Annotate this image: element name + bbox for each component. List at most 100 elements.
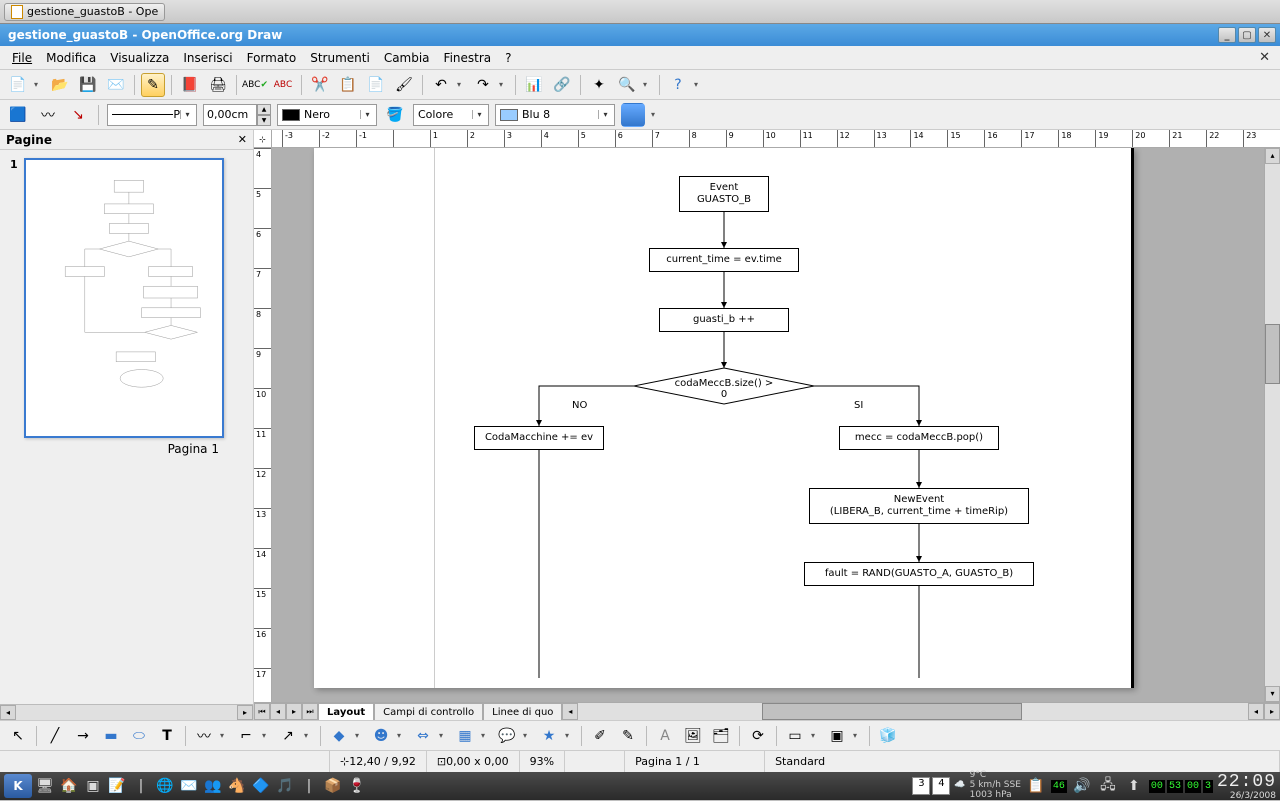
- stars-tool[interactable]: ★: [537, 724, 561, 748]
- tab-layout[interactable]: Layout: [318, 703, 374, 720]
- help-button[interactable]: ?: [666, 73, 690, 97]
- flow-node-fault-rand[interactable]: fault = RAND(GUASTO_A, GUASTO_B): [804, 562, 1034, 586]
- menu-help[interactable]: ?: [499, 49, 517, 67]
- print-button[interactable]: 🖨: [206, 73, 230, 97]
- hscroll-left[interactable]: ◂: [1248, 703, 1264, 720]
- format-paintbrush-button[interactable]: 🖌: [392, 73, 416, 97]
- arrow-style-button[interactable]: 🟦: [6, 103, 30, 127]
- flow-node-mecc-pop[interactable]: mecc = codaMeccB.pop(): [839, 426, 999, 450]
- text-tool[interactable]: T: [155, 724, 179, 748]
- menu-strumenti[interactable]: Strumenti: [304, 49, 376, 67]
- zoom-dropdown[interactable]: ▾: [643, 80, 653, 89]
- edit-mode-button[interactable]: ✎: [141, 73, 165, 97]
- fontwork-tool[interactable]: A: [653, 724, 677, 748]
- taskbar-kopete-icon[interactable]: 👥: [202, 775, 224, 797]
- callouts-tool[interactable]: 💬: [495, 724, 519, 748]
- redo-button[interactable]: ↷: [471, 73, 495, 97]
- start-button[interactable]: K: [4, 774, 32, 798]
- hscroll-right[interactable]: ▸: [1264, 703, 1280, 720]
- taskbar-kate-icon[interactable]: 📝: [106, 775, 128, 797]
- horizontal-ruler[interactable]: ⊹ -3-2-112345678910111213141516171819202…: [254, 130, 1280, 148]
- line-color-combo[interactable]: Nero ▾: [277, 104, 377, 126]
- ruler-origin[interactable]: ⊹: [254, 130, 272, 148]
- cut-button[interactable]: ✂️: [308, 73, 332, 97]
- align-tool[interactable]: ▭: [783, 724, 807, 748]
- desktop-pager-3[interactable]: 3: [912, 777, 930, 795]
- shadow-button[interactable]: [621, 103, 645, 127]
- taskbar-desktop-icon[interactable]: 🖥: [34, 775, 56, 797]
- curve-tool[interactable]: 〰: [192, 724, 216, 748]
- block-arrows-tool[interactable]: ⇔: [411, 724, 435, 748]
- tab-nav-first[interactable]: ⏮: [254, 703, 270, 720]
- redo-dropdown[interactable]: ▾: [499, 80, 509, 89]
- hscroll-thumb[interactable]: [762, 703, 1022, 720]
- vertical-ruler[interactable]: 4567891011121314151617: [254, 148, 272, 702]
- minimize-button[interactable]: _: [1218, 27, 1236, 43]
- menu-visualizza[interactable]: Visualizza: [104, 49, 175, 67]
- save-button[interactable]: 💾: [76, 73, 100, 97]
- taskbar-terminal-icon[interactable]: ▣: [82, 775, 104, 797]
- tab-nav-prev[interactable]: ◂: [270, 703, 286, 720]
- new-dropdown[interactable]: ▾: [34, 80, 44, 89]
- spin-up[interactable]: ▲: [257, 104, 271, 115]
- toolbar-overflow[interactable]: ▾: [694, 80, 704, 89]
- tray-clock[interactable]: 22:09: [1217, 772, 1276, 792]
- line-style-icon[interactable]: 〰: [36, 103, 60, 127]
- scroll-right[interactable]: ▸: [237, 705, 253, 720]
- flow-node-guasti-inc[interactable]: guasti_b ++: [659, 308, 789, 332]
- vertical-scrollbar[interactable]: ▴ ▾: [1264, 148, 1280, 702]
- gallery-tool[interactable]: 🗂: [709, 724, 733, 748]
- horizontal-scrollbar[interactable]: [582, 703, 1248, 720]
- spin-down[interactable]: ▼: [257, 115, 271, 126]
- gluepoints-tool[interactable]: ✎: [616, 724, 640, 748]
- taskbar-browser-icon[interactable]: 🌐: [154, 775, 176, 797]
- flowchart-shapes-tool[interactable]: ▦: [453, 724, 477, 748]
- taskbar-ktorrent-icon[interactable]: 🔷: [250, 775, 272, 797]
- page-thumbnail[interactable]: [24, 158, 224, 438]
- tab-nav-more[interactable]: ◂: [562, 703, 578, 720]
- undo-dropdown[interactable]: ▾: [457, 80, 467, 89]
- autocheck-button[interactable]: ABC: [271, 73, 295, 97]
- copy-button[interactable]: 📋: [336, 73, 360, 97]
- taskbar-mail-icon[interactable]: ✉️: [178, 775, 200, 797]
- lines-arrows-tool[interactable]: ↗: [276, 724, 300, 748]
- flow-node-codamacchine[interactable]: CodaMacchine += ev: [474, 426, 604, 450]
- document-close-button[interactable]: ✕: [1255, 50, 1274, 65]
- taskbar-music-icon[interactable]: 🎵: [274, 775, 296, 797]
- arrow-tool[interactable]: →: [71, 724, 95, 748]
- vscroll-thumb[interactable]: [1265, 324, 1280, 384]
- menu-cambia[interactable]: Cambia: [378, 49, 436, 67]
- symbol-shapes-tool[interactable]: ☻: [369, 724, 393, 748]
- line-width-spinner[interactable]: ▲▼: [203, 104, 271, 126]
- navigator-button[interactable]: ✦: [587, 73, 611, 97]
- menu-finestra[interactable]: Finestra: [438, 49, 498, 67]
- taskbar-virtualbox-icon[interactable]: 📦: [322, 775, 344, 797]
- tray-network-icon[interactable]: 🖧: [1097, 775, 1119, 797]
- tab-nav-next[interactable]: ▸: [286, 703, 302, 720]
- tray-indicator[interactable]: 46: [1051, 780, 1067, 793]
- arrow-ends-button[interactable]: ↘: [66, 103, 90, 127]
- line-width-input[interactable]: [203, 104, 257, 126]
- edit-points-tool[interactable]: ✐: [588, 724, 612, 748]
- scroll-left[interactable]: ◂: [0, 705, 16, 720]
- select-tool[interactable]: ↖: [6, 724, 30, 748]
- taskbar-wine-icon[interactable]: 🍷: [346, 775, 368, 797]
- tab-campi-controllo[interactable]: Campi di controllo: [374, 703, 483, 720]
- close-button[interactable]: ✕: [1258, 27, 1276, 43]
- ellipse-tool[interactable]: ⬭: [127, 724, 151, 748]
- menu-inserisci[interactable]: Inserisci: [177, 49, 238, 67]
- export-pdf-button[interactable]: 📕: [178, 73, 202, 97]
- tray-volume-icon[interactable]: 🔊: [1071, 775, 1093, 797]
- fill-mode-combo[interactable]: Colore ▾: [413, 104, 489, 126]
- extrusion-tool[interactable]: 🧊: [876, 724, 900, 748]
- line-style-combo[interactable]: P ▾: [107, 104, 197, 126]
- drawing-page[interactable]: Event GUASTO_B current_time = ev.time gu…: [314, 148, 1134, 688]
- flow-node-current-time[interactable]: current_time = ev.time: [649, 248, 799, 272]
- rotate-tool[interactable]: ⟳: [746, 724, 770, 748]
- flow-node-newevent[interactable]: NewEvent (LIBERA_B, current_time + timeR…: [809, 488, 1029, 524]
- flow-node-event[interactable]: Event GUASTO_B: [679, 176, 769, 212]
- chart-button[interactable]: 📊: [522, 73, 546, 97]
- from-file-tool[interactable]: 🖼: [681, 724, 705, 748]
- undo-button[interactable]: ↶: [429, 73, 453, 97]
- pages-hscrollbar[interactable]: ◂ ▸: [0, 704, 253, 720]
